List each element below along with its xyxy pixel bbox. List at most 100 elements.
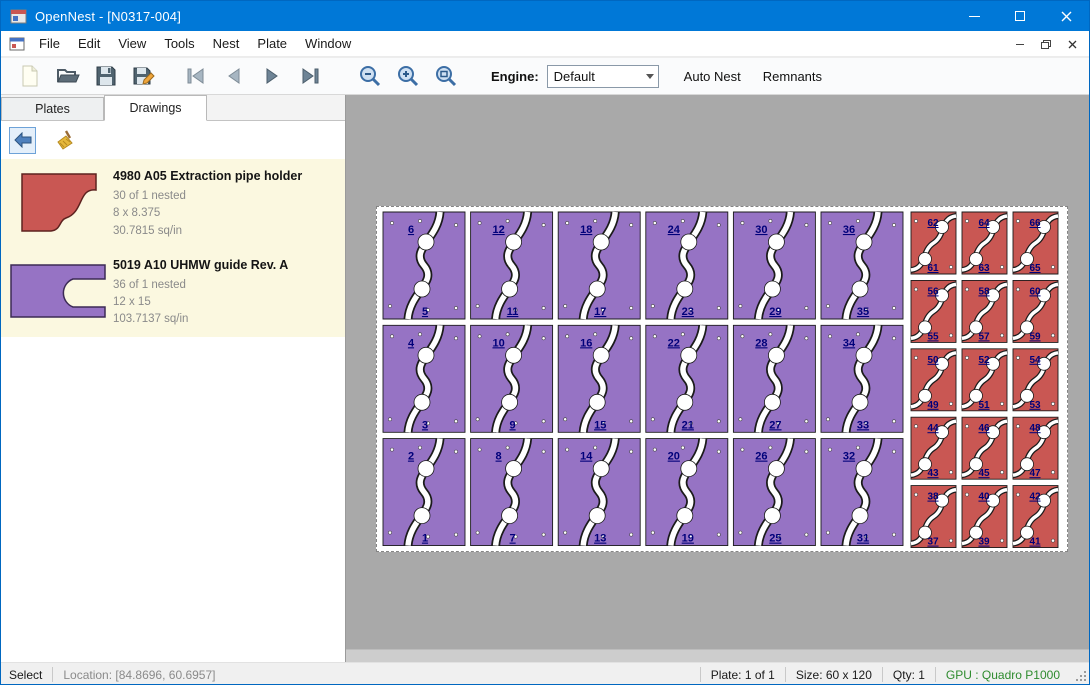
nav-first-button[interactable] (177, 60, 215, 92)
nest-canvas[interactable]: 6512111817242330293635431091615222128273… (346, 95, 1090, 662)
left-panel: Plates Drawings 4980 A05 Extraction pipe… (1, 95, 346, 662)
nest-cell[interactable]: 5857 (962, 280, 1007, 342)
nest-cell[interactable]: 5655 (911, 280, 956, 342)
part-number: 14 (580, 451, 593, 463)
nest-cell[interactable]: 3433 (821, 325, 903, 432)
mdi-close-button[interactable] (1061, 34, 1083, 54)
part-number: 46 (978, 423, 990, 434)
main-toolbar: Engine: Default Auto Nest Remnants (1, 57, 1089, 95)
menu-plate[interactable]: Plate (248, 31, 296, 56)
nest-cell[interactable]: 5453 (1013, 349, 1058, 411)
nest-cell[interactable]: 3837 (911, 486, 956, 548)
plate[interactable]: 6512111817242330293635431091615222128273… (376, 206, 1068, 552)
nest-cell[interactable]: 2221 (646, 325, 728, 432)
minimize-button[interactable] (951, 1, 997, 31)
tab-drawings[interactable]: Drawings (104, 95, 207, 121)
resize-grip[interactable] (1074, 669, 1087, 682)
drawing-thumb-purple (5, 254, 113, 329)
menu-edit[interactable]: Edit (69, 31, 109, 56)
nest-cell[interactable]: 6261 (911, 212, 956, 274)
part-number: 62 (927, 218, 939, 229)
status-gpu: GPU : Quadro P1000 (936, 668, 1070, 682)
nest-cell[interactable]: 5251 (962, 349, 1007, 411)
nest-cell[interactable]: 21 (383, 439, 465, 546)
nest-cell[interactable]: 1817 (558, 212, 640, 319)
nest-cell[interactable]: 2019 (646, 439, 728, 546)
part-number: 47 (1029, 468, 1041, 479)
minimize-icon (969, 16, 980, 17)
nest-cell[interactable]: 4241 (1013, 486, 1058, 548)
nest-cell[interactable]: 2625 (733, 439, 815, 546)
save-as-button[interactable] (125, 60, 163, 92)
menu-file[interactable]: File (30, 31, 69, 56)
engine-label: Engine: (491, 69, 539, 84)
clear-drawings-button[interactable] (50, 127, 77, 154)
mdi-minimize-button[interactable] (1009, 34, 1031, 54)
menu-nest[interactable]: Nest (204, 31, 249, 56)
menu-window[interactable]: Window (296, 31, 360, 56)
zoom-in-button[interactable] (389, 60, 427, 92)
part-number: 24 (668, 224, 681, 236)
open-button[interactable] (49, 60, 87, 92)
nest-cell[interactable]: 6665 (1013, 212, 1058, 274)
remnants-button[interactable]: Remnants (752, 61, 833, 91)
part-number: 19 (682, 533, 694, 545)
menu-tools[interactable]: Tools (155, 31, 203, 56)
nest-cell[interactable]: 43 (383, 325, 465, 432)
part-number: 51 (978, 400, 990, 411)
nest-cell[interactable]: 1211 (471, 212, 553, 319)
drawing-area: 30.7815 sq/in (113, 223, 302, 240)
nest-cell[interactable]: 87 (471, 439, 553, 546)
nest-cell[interactable]: 4847 (1013, 417, 1058, 479)
part-number: 45 (978, 468, 990, 479)
nest-cell[interactable]: 1615 (558, 325, 640, 432)
nav-first-icon (186, 68, 206, 84)
close-button[interactable] (1043, 1, 1089, 31)
nav-last-button[interactable] (291, 60, 329, 92)
zoom-fit-button[interactable] (427, 60, 465, 92)
nest-cell[interactable]: 14 13 (558, 439, 640, 546)
nav-next-button[interactable] (253, 60, 291, 92)
maximize-icon (1015, 11, 1025, 21)
drawing-size: 8 x 8.375 (113, 205, 302, 222)
nest-cell[interactable]: 2827 (733, 325, 815, 432)
maximize-button[interactable] (997, 1, 1043, 31)
part-number: 50 (927, 355, 939, 366)
engine-select[interactable]: Default (547, 65, 659, 88)
drawing-nested-count: 36 of 1 nested (113, 277, 288, 294)
import-drawing-button[interactable] (9, 127, 36, 154)
nav-prev-button[interactable] (215, 60, 253, 92)
nest-cell[interactable]: 109 (471, 325, 553, 432)
nest-cell[interactable]: 4039 (962, 486, 1007, 548)
nest-cell[interactable]: 6059 (1013, 280, 1058, 342)
tab-plates[interactable]: Plates (1, 97, 104, 120)
combo-caret-button[interactable] (642, 66, 658, 87)
auto-nest-button[interactable]: Auto Nest (673, 61, 752, 91)
nest-cell[interactable]: 3635 (821, 212, 903, 319)
nest-cell[interactable]: 3231 (821, 439, 903, 546)
new-button[interactable] (11, 60, 49, 92)
part-number: 59 (1029, 331, 1041, 342)
menu-view[interactable]: View (109, 31, 155, 56)
nest-cell[interactable]: 46 45 (962, 417, 1007, 479)
part-number: 27 (769, 419, 781, 431)
nest-cell[interactable]: 6463 (962, 212, 1007, 274)
mdi-restore-button[interactable] (1035, 34, 1057, 54)
part-number: 13 (594, 533, 606, 545)
nest-cell[interactable]: 3029 (733, 212, 815, 319)
horizontal-scrollbar[interactable] (346, 649, 1090, 662)
part-number: 2 (408, 451, 414, 463)
zoom-out-button[interactable] (351, 60, 389, 92)
titlebar[interactable]: OpenNest - [N0317-004] (1, 1, 1089, 31)
nest-plate-svg[interactable]: 6512111817242330293635431091615222128273… (377, 207, 1067, 551)
nest-cell[interactable]: 2423 (646, 212, 728, 319)
save-button[interactable] (87, 60, 125, 92)
drawing-list-item[interactable]: 4980 A05 Extraction pipe holder 30 of 1 … (1, 159, 345, 248)
nest-cell[interactable]: 65 (383, 212, 465, 319)
zoom-in-icon (396, 64, 420, 88)
nest-cell[interactable]: 4443 (911, 417, 956, 479)
close-icon (1061, 11, 1072, 22)
chevron-down-icon (646, 74, 654, 79)
drawing-list-item[interactable]: 5019 A10 UHMW guide Rev. A 36 of 1 neste… (1, 248, 345, 337)
nest-cell[interactable]: 5049 (911, 349, 956, 411)
